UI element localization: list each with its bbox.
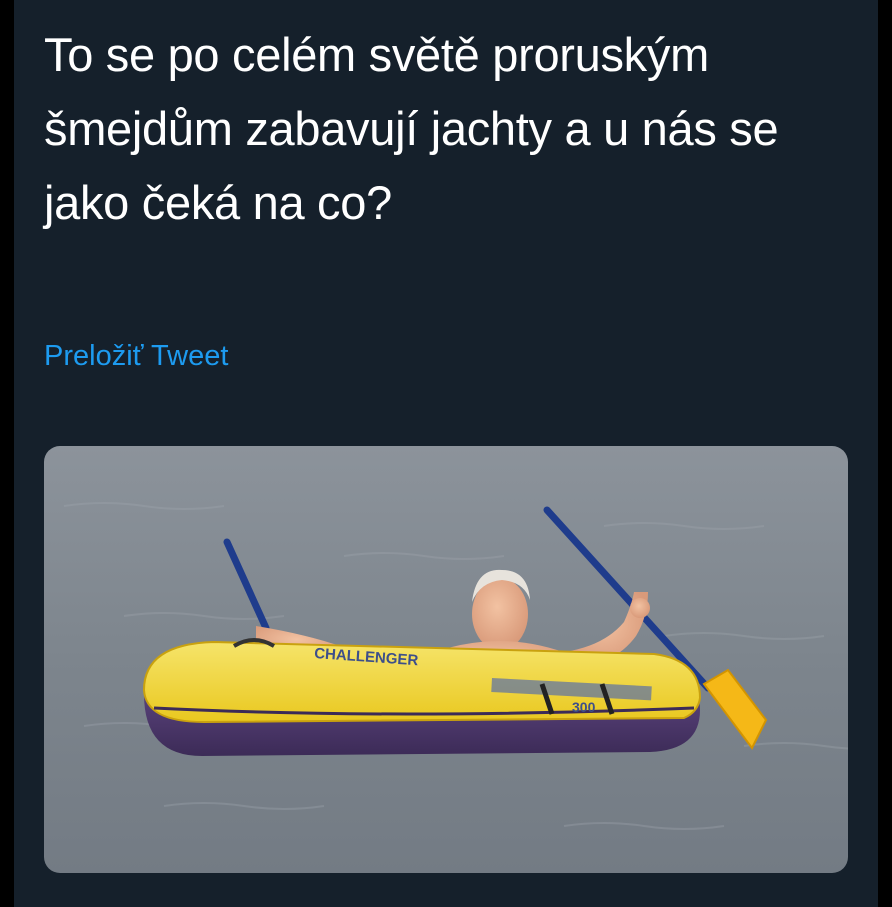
tweet-card: To se po celém světě proruským šmejdům z… [14,0,878,907]
tweet-media-photo[interactable]: CHALLENGER 300 [44,446,848,873]
boat-model: 300 [572,699,596,715]
photo-illustration: CHALLENGER 300 [44,446,848,873]
translate-tweet-link[interactable]: Preložiť Tweet [44,340,228,373]
tweet-text: To se po celém světě proruským šmejdům z… [44,28,779,229]
